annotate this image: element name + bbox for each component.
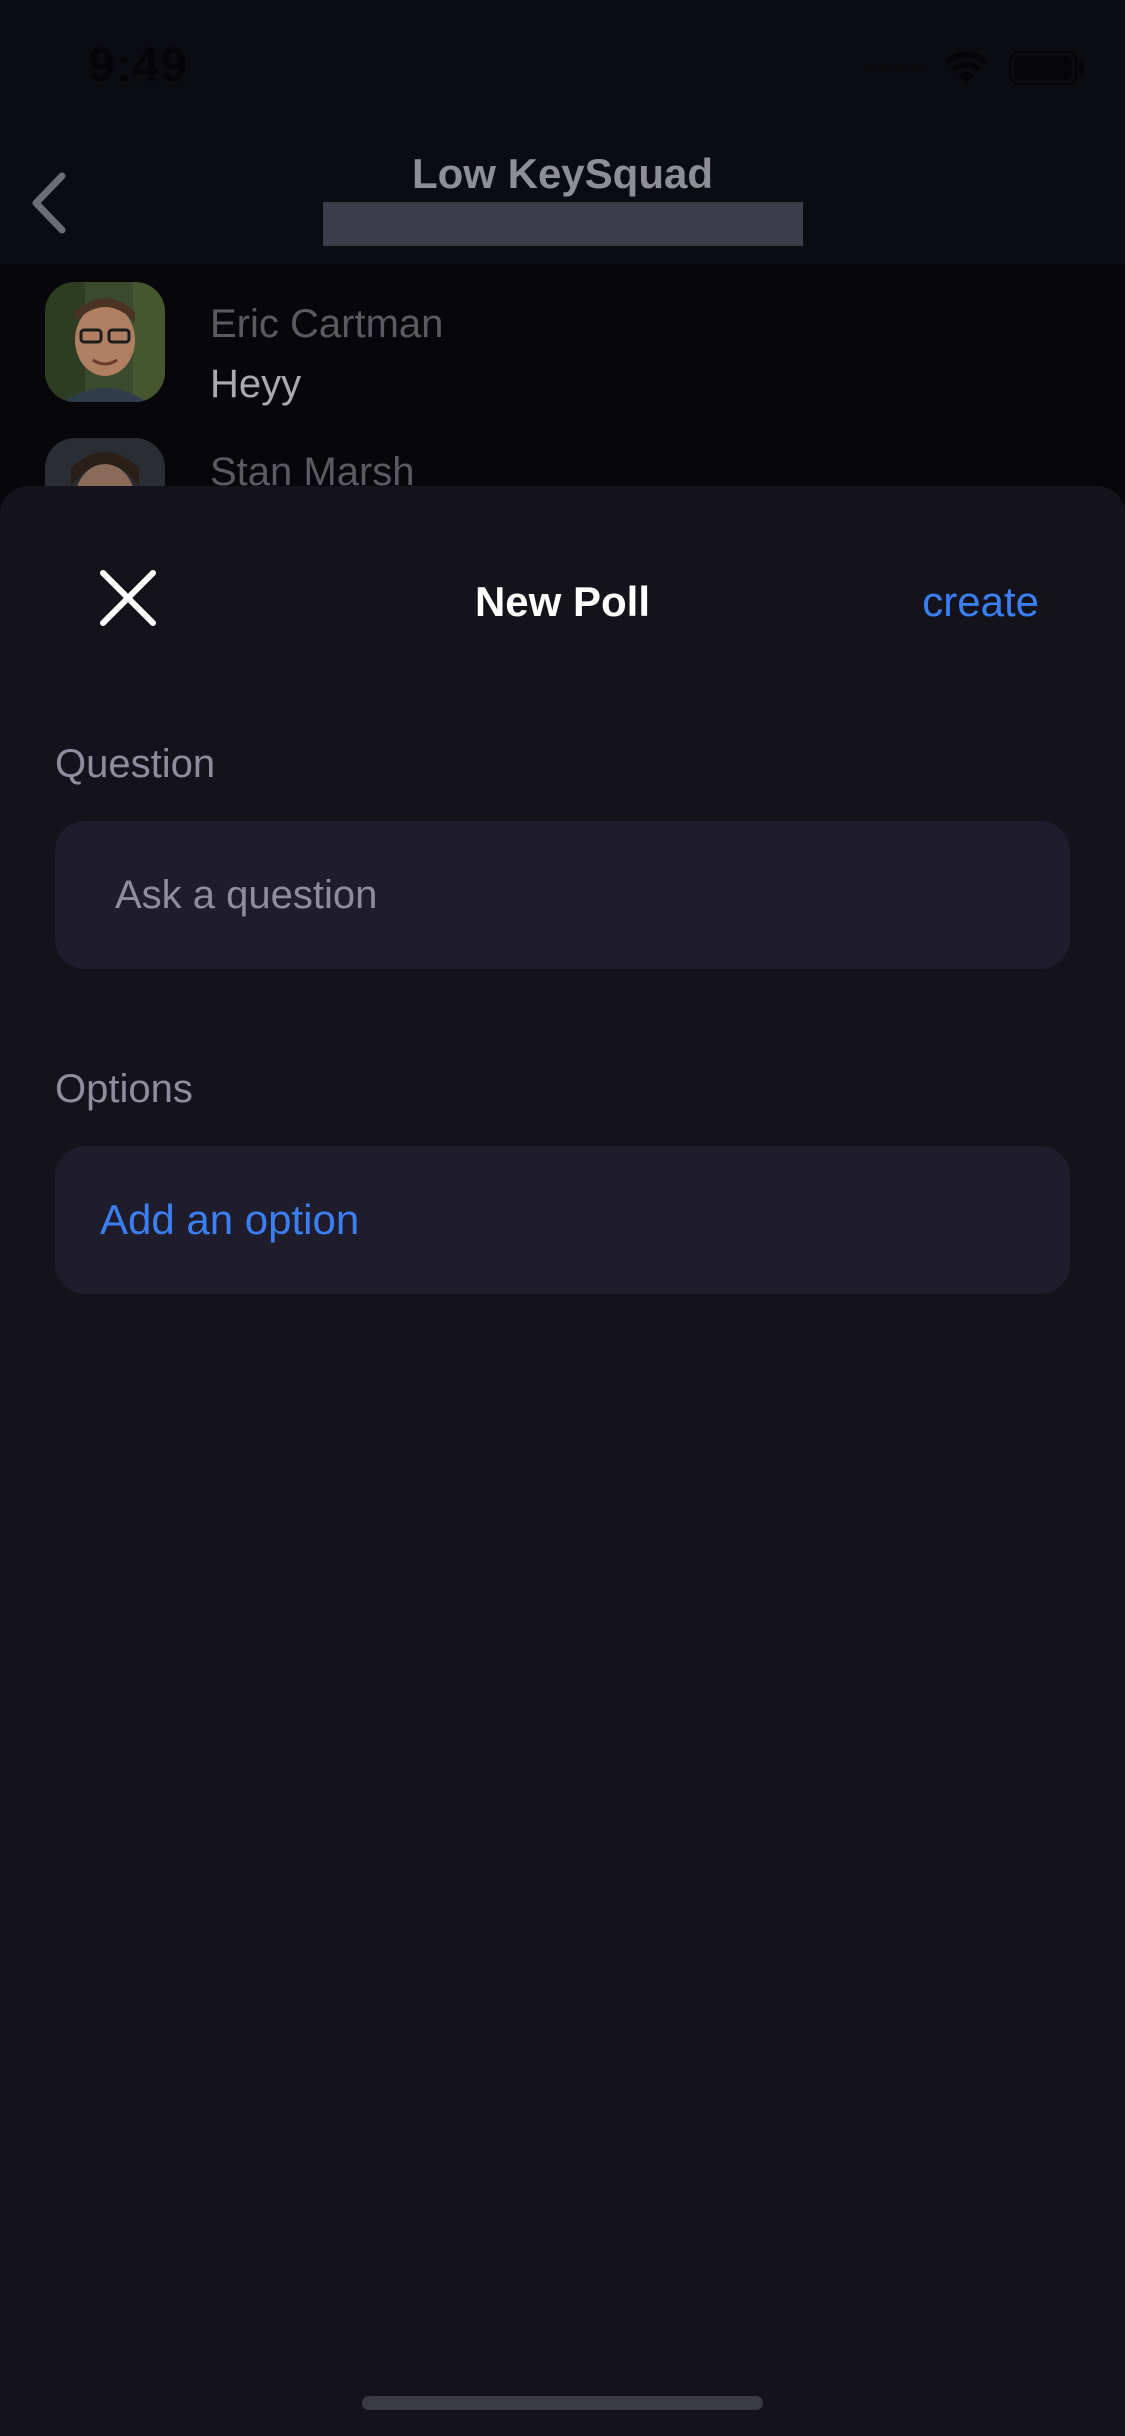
wifi-icon xyxy=(944,51,988,84)
avatar xyxy=(45,282,165,402)
question-input[interactable] xyxy=(55,821,1070,969)
battery-icon xyxy=(1009,51,1084,85)
options-field: Add an option xyxy=(55,1146,1070,1294)
message-sender: Eric Cartman xyxy=(210,302,444,346)
list-item[interactable]: Eric Cartman Heyy xyxy=(0,282,1125,422)
sheet-header: New Poll create xyxy=(0,486,1125,726)
chat-subtitle-placeholder xyxy=(323,202,803,246)
status-time: 9:49 xyxy=(88,39,189,92)
status-icons xyxy=(863,50,1085,86)
new-poll-sheet: New Poll create Question Options Add an … xyxy=(0,486,1125,2436)
create-button[interactable]: create xyxy=(922,578,1039,626)
screen: 9:49 Low KeySquad Eric Cartman Heyy Stan… xyxy=(0,0,1125,2436)
question-field xyxy=(55,821,1070,969)
add-option-button[interactable]: Add an option xyxy=(55,1146,1070,1294)
question-label: Question xyxy=(55,742,216,786)
status-bar: 9:49 xyxy=(0,0,1125,140)
chat-title: Low KeySquad xyxy=(411,150,714,197)
signal-dots-icon xyxy=(864,63,922,73)
options-label: Options xyxy=(55,1067,193,1111)
chat-header: Low KeySquad xyxy=(0,140,1125,264)
message-list: Eric Cartman Heyy Stan Marsh xyxy=(0,264,1125,558)
home-indicator xyxy=(362,2396,763,2410)
message-text: Heyy xyxy=(210,362,302,406)
